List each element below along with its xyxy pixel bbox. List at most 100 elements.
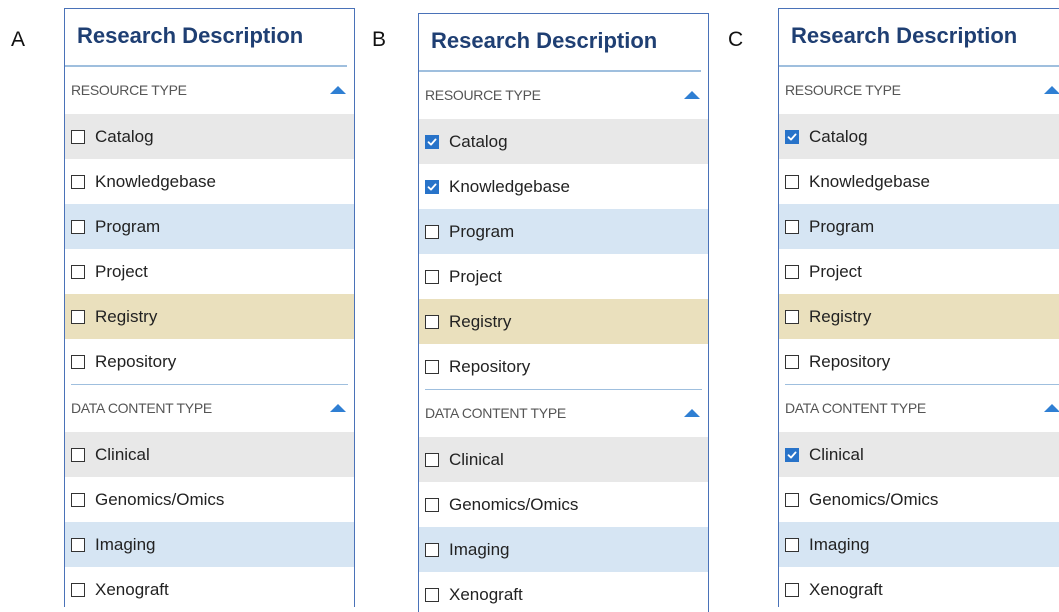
checkbox[interactable] — [425, 587, 439, 602]
checkbox[interactable] — [425, 179, 439, 194]
section-resource-type: RESOURCE TYPE Catalog Knowledgebase Program… — [419, 72, 708, 389]
option-label: Catalog — [809, 126, 868, 146]
filter-option[interactable]: Catalog — [419, 119, 708, 164]
collapse-arrow-icon[interactable] — [330, 404, 346, 412]
option-label: Clinical — [809, 444, 864, 464]
checkbox[interactable] — [785, 582, 799, 597]
filter-option[interactable]: Program — [779, 204, 1059, 249]
filter-option[interactable]: Catalog — [779, 114, 1059, 159]
checkbox[interactable] — [785, 309, 799, 324]
section-header[interactable]: RESOURCE TYPE — [65, 67, 354, 114]
option-label: Knowledgebase — [95, 171, 216, 191]
filter-option[interactable]: Registry — [779, 294, 1059, 339]
checkbox[interactable] — [425, 452, 439, 467]
filter-option[interactable]: Genomics/Omics — [419, 482, 708, 527]
option-label: Registry — [95, 306, 158, 326]
checkbox[interactable] — [425, 314, 439, 329]
panel-title: Research Description — [779, 9, 1059, 67]
filter-option[interactable]: Knowledgebase — [779, 159, 1059, 204]
checkbox[interactable] — [785, 447, 799, 462]
section-resource-type: RESOURCE TYPE Catalog Knowledgebase Program… — [779, 67, 1059, 384]
option-label: Repository — [95, 351, 177, 371]
section-header[interactable]: DATA CONTENT TYPE — [419, 390, 708, 437]
filter-option[interactable]: Genomics/Omics — [779, 477, 1059, 522]
checkbox[interactable] — [785, 129, 799, 144]
section-header-label: DATA CONTENT TYPE — [71, 400, 212, 416]
section-header[interactable]: RESOURCE TYPE — [419, 72, 708, 119]
filter-option[interactable]: Knowledgebase — [419, 164, 708, 209]
checkbox[interactable] — [71, 129, 85, 144]
section-data-content-type: DATA CONTENT TYPE Clinical Genomics/Omics I… — [779, 385, 1059, 607]
filter-option[interactable]: Program — [65, 204, 354, 249]
option-label: Project — [95, 261, 148, 281]
checkbox[interactable] — [425, 359, 439, 374]
option-label: Knowledgebase — [449, 176, 570, 196]
checkbox[interactable] — [71, 582, 85, 597]
collapse-arrow-icon[interactable] — [1044, 404, 1059, 412]
filter-option[interactable]: Registry — [419, 299, 708, 344]
checkmark-icon — [787, 133, 797, 140]
collapse-arrow-icon[interactable] — [1044, 86, 1059, 94]
filter-option[interactable]: Xenograft — [419, 572, 708, 612]
section-data-content-type: DATA CONTENT TYPE Clinical Genomics/Omics I… — [419, 390, 708, 612]
checkbox[interactable] — [71, 174, 85, 189]
collapse-arrow-icon[interactable] — [684, 91, 700, 99]
filter-option[interactable]: Imaging — [419, 527, 708, 572]
checkbox[interactable] — [425, 269, 439, 284]
filter-option[interactable]: Xenograft — [779, 567, 1059, 607]
checkbox[interactable] — [785, 264, 799, 279]
filter-option[interactable]: Repository — [779, 339, 1059, 384]
collapse-arrow-icon[interactable] — [684, 409, 700, 417]
panel-title: Research Description — [65, 9, 347, 67]
checkbox[interactable] — [425, 497, 439, 512]
filter-option[interactable]: Registry — [65, 294, 354, 339]
option-label: Registry — [809, 306, 872, 326]
checkbox[interactable] — [71, 219, 85, 234]
checkbox[interactable] — [71, 354, 85, 369]
collapse-arrow-icon[interactable] — [330, 86, 346, 94]
option-label: Clinical — [95, 444, 150, 464]
checkbox[interactable] — [425, 134, 439, 149]
filter-option[interactable]: Project — [779, 249, 1059, 294]
section-header[interactable]: DATA CONTENT TYPE — [779, 385, 1059, 432]
option-label: Imaging — [809, 534, 870, 554]
checkbox[interactable] — [785, 492, 799, 507]
filter-option[interactable]: Clinical — [419, 437, 708, 482]
filter-option[interactable]: Catalog — [65, 114, 354, 159]
checkmark-icon — [427, 138, 437, 145]
checkbox[interactable] — [71, 492, 85, 507]
filter-option[interactable]: Imaging — [65, 522, 354, 567]
section-header[interactable]: RESOURCE TYPE — [779, 67, 1059, 114]
filter-option[interactable]: Project — [419, 254, 708, 299]
option-label: Program — [95, 216, 161, 236]
option-label: Clinical — [449, 449, 504, 469]
filter-option[interactable]: Program — [419, 209, 708, 254]
checkbox[interactable] — [425, 542, 439, 557]
filter-option[interactable]: Repository — [65, 339, 354, 384]
section-header[interactable]: DATA CONTENT TYPE — [65, 385, 354, 432]
panel-label-a: A — [11, 28, 26, 51]
filter-option[interactable]: Xenograft — [65, 567, 354, 607]
checkbox[interactable] — [71, 309, 85, 324]
filter-option[interactable]: Clinical — [65, 432, 354, 477]
option-label: Catalog — [449, 131, 508, 151]
option-label: Program — [449, 221, 515, 241]
panel-label-c: C — [728, 28, 744, 51]
filter-option[interactable]: Repository — [419, 344, 708, 389]
checkbox[interactable] — [71, 537, 85, 552]
filter-option[interactable]: Project — [65, 249, 354, 294]
checkbox[interactable] — [425, 224, 439, 239]
filter-option[interactable]: Imaging — [779, 522, 1059, 567]
checkbox[interactable] — [785, 174, 799, 189]
filter-option[interactable]: Genomics/Omics — [65, 477, 354, 522]
filter-option[interactable]: Clinical — [779, 432, 1059, 477]
checkbox[interactable] — [71, 447, 85, 462]
filter-panel-c: Research Description RESOURCE TYPE Catalo… — [778, 8, 1059, 607]
checkbox[interactable] — [785, 354, 799, 369]
checkbox[interactable] — [785, 537, 799, 552]
checkbox[interactable] — [785, 219, 799, 234]
filter-option[interactable]: Knowledgebase — [65, 159, 354, 204]
checkbox[interactable] — [71, 264, 85, 279]
option-label: Xenograft — [449, 584, 523, 604]
section-header-label: DATA CONTENT TYPE — [785, 400, 926, 416]
